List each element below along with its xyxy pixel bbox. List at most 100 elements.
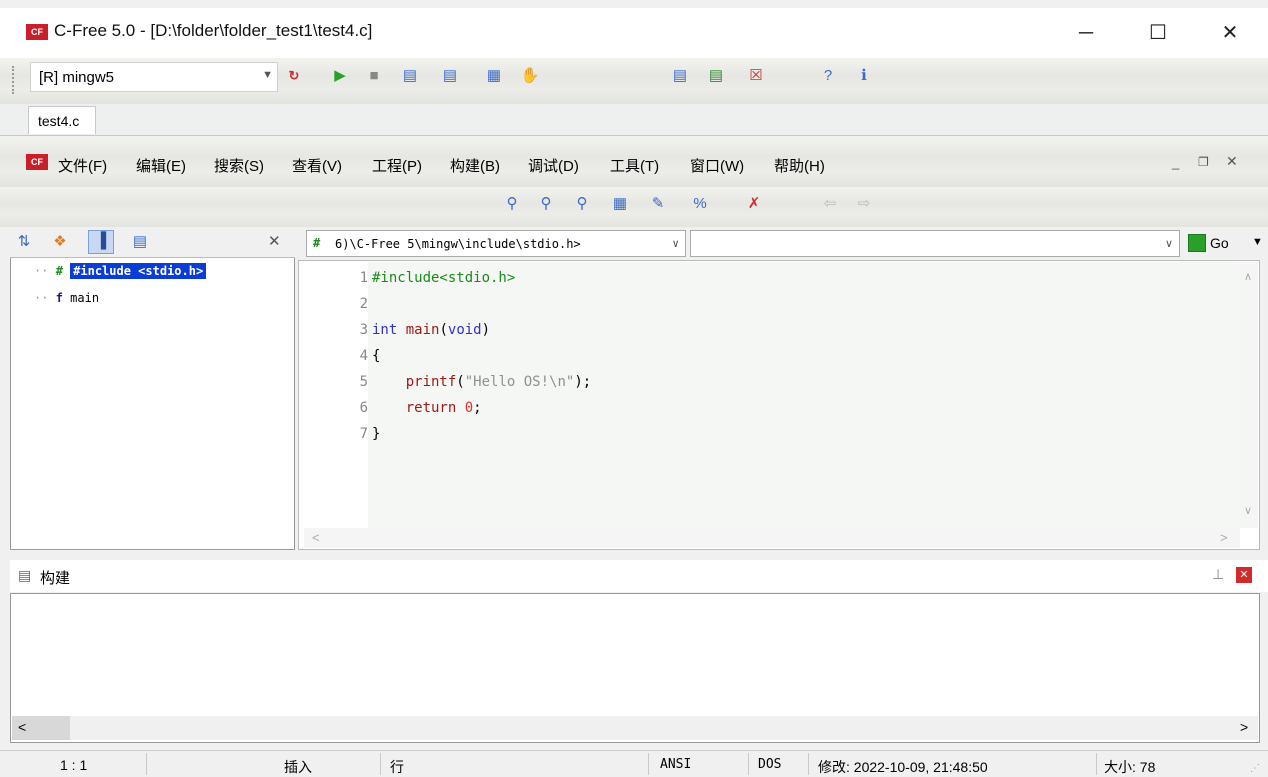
minimize-button[interactable]: ─: [1066, 20, 1106, 46]
search-toolbar: [0, 187, 1268, 227]
maximize-button[interactable]: ☐: [1138, 20, 1178, 46]
tab-test4-c[interactable]: test4.c: [28, 106, 96, 134]
cursor-position: 1 : 1: [60, 757, 88, 773]
go-icon: [1188, 234, 1206, 252]
menu-tools[interactable]: 工具(T): [610, 155, 659, 176]
code-area[interactable]: [368, 262, 1240, 528]
menu-edit[interactable]: 编辑(E): [136, 155, 186, 176]
number-literal: 0: [464, 400, 474, 416]
code-line-4[interactable]: {: [372, 348, 380, 364]
toolbar-grip: [12, 66, 15, 94]
build-horizontal-scrollbar[interactable]: < >: [12, 716, 1258, 740]
find-icon[interactable]: ⚲: [502, 194, 522, 214]
editor-vertical-scrollbar[interactable]: ∧ ∨: [1240, 262, 1258, 528]
hash-icon: #: [55, 264, 63, 278]
info-icon[interactable]: ℹ: [854, 66, 874, 86]
go-button[interactable]: Go ▼: [1184, 230, 1266, 257]
replace-icon[interactable]: ▦: [610, 194, 630, 214]
status-divider: [380, 753, 381, 775]
function-name: main: [405, 322, 440, 338]
outline-view-icon[interactable]: ▐: [88, 230, 114, 254]
remove-file-icon[interactable]: ☒: [746, 66, 766, 86]
line-number: 4: [359, 348, 368, 364]
document-tabs: test4.c: [0, 104, 1268, 136]
chevron-down-icon: ∨: [1164, 238, 1173, 250]
hash-icon: #: [313, 236, 321, 250]
app-icon: CF: [26, 24, 48, 40]
compiler-select[interactable]: [R] mingw5 ▼: [30, 62, 278, 92]
close-button[interactable]: ✕: [1210, 20, 1250, 46]
build-panel-icon: ▤: [18, 567, 32, 583]
scroll-right-icon[interactable]: >: [1240, 719, 1248, 735]
pin-icon[interactable]: ⊥: [1212, 566, 1224, 583]
menu-help[interactable]: 帮助(H): [774, 155, 825, 176]
outline-item-label: main: [70, 291, 100, 305]
scroll-up-icon[interactable]: ∧: [1244, 270, 1252, 283]
bookmark-icon[interactable]: ✎: [648, 194, 668, 214]
code-line-3[interactable]: int main(void): [372, 322, 490, 338]
outline-toolbar: ⇅ ❖ ▐ ▤ ✕: [10, 228, 295, 258]
scroll-left-icon[interactable]: <: [312, 530, 320, 545]
include-file-value: 6)\C-Free 5\mingw\include\stdio.h>: [335, 237, 581, 251]
menu-file[interactable]: 文件(F): [58, 155, 107, 176]
output-icon[interactable]: ▦: [484, 66, 504, 86]
menu-app-icon: CF: [26, 154, 48, 170]
select-mode: 行: [390, 759, 404, 775]
code-line-7[interactable]: }: [372, 426, 380, 442]
menu-view[interactable]: 查看(V): [292, 155, 342, 176]
nav-forward-icon[interactable]: ⇨: [854, 194, 874, 214]
code-line-5[interactable]: printf("Hello OS!\n");: [372, 374, 591, 390]
line-number: 2: [359, 296, 368, 312]
clear-bookmarks-icon[interactable]: ✗: [744, 194, 764, 214]
nav-back-icon[interactable]: ⇦: [820, 194, 840, 214]
encoding: ANSI: [660, 757, 692, 772]
build-icon[interactable]: ▤: [440, 66, 460, 86]
toggle-bookmark-icon[interactable]: %: [690, 194, 710, 214]
outline-item-main[interactable]: ·· f main: [34, 291, 99, 305]
find-previous-icon[interactable]: ⚲: [572, 194, 592, 214]
modified-time: 修改: 2022-10-09, 21:48:50: [818, 759, 988, 775]
mdi-restore-icon[interactable]: ❐: [1198, 155, 1209, 169]
status-divider: [748, 753, 749, 775]
file-view-icon[interactable]: ▤: [130, 232, 150, 252]
line-number: 5: [359, 374, 368, 390]
sort-icon[interactable]: ⇅: [14, 232, 34, 252]
menu-window[interactable]: 窗口(W): [690, 155, 744, 176]
project-icon[interactable]: ▤: [670, 66, 690, 86]
function-select[interactable]: ∨: [690, 230, 1180, 257]
run-icon[interactable]: ▶: [330, 66, 350, 86]
compile-icon[interactable]: ▤: [400, 66, 420, 86]
find-next-icon[interactable]: ⚲: [536, 194, 556, 214]
scroll-down-icon[interactable]: ∨: [1244, 504, 1252, 517]
include-file-select[interactable]: # 6)\C-Free 5\mingw\include\stdio.h> ∨: [306, 230, 686, 257]
help-icon[interactable]: ?: [818, 66, 838, 86]
close-panel-icon[interactable]: ✕: [268, 232, 281, 250]
menu-search[interactable]: 搜索(S): [214, 155, 264, 176]
keyword: return: [405, 400, 457, 416]
mdi-close-icon[interactable]: ✕: [1226, 153, 1238, 170]
status-divider: [1096, 753, 1097, 775]
menu-build[interactable]: 构建(B): [450, 155, 500, 176]
title-bar: CF C-Free 5.0 - [D:\folder\folder_test1\…: [0, 8, 1268, 58]
code-line-1[interactable]: #include<stdio.h>: [372, 270, 515, 286]
compiler-settings-icon[interactable]: ↻: [284, 66, 304, 86]
code-line-6[interactable]: return 0;: [372, 400, 482, 416]
stop-icon[interactable]: ■: [364, 66, 384, 86]
status-divider: [808, 753, 809, 775]
hand-icon[interactable]: ✋: [520, 66, 540, 86]
mdi-minimize-icon[interactable]: _: [1172, 155, 1179, 170]
menu-bar: CF 文件(F) 编辑(E) 搜索(S) 查看(V) 工程(P) 构建(B) 调…: [0, 137, 1268, 187]
scroll-right-icon[interactable]: >: [1220, 530, 1228, 545]
close-icon[interactable]: ✕: [1236, 567, 1252, 583]
scroll-left-icon[interactable]: <: [18, 719, 26, 735]
resize-grip-icon[interactable]: ⋰: [1250, 763, 1260, 774]
tree-line: ··: [34, 264, 56, 278]
menu-debug[interactable]: 调试(D): [528, 155, 579, 176]
window-title: C-Free 5.0 - [D:\folder\folder_test1\tes…: [54, 21, 373, 40]
editor-horizontal-scrollbar[interactable]: < >: [304, 528, 1240, 548]
group-icon[interactable]: ❖: [50, 232, 70, 252]
outline-item-include[interactable]: ·· # #include <stdio.h>: [34, 263, 207, 279]
status-bar: 1 : 1 插入 行 ANSI DOS 修改: 2022-10-09, 21:4…: [0, 750, 1268, 777]
add-file-icon[interactable]: ▤: [706, 66, 726, 86]
menu-project[interactable]: 工程(P): [372, 155, 422, 176]
